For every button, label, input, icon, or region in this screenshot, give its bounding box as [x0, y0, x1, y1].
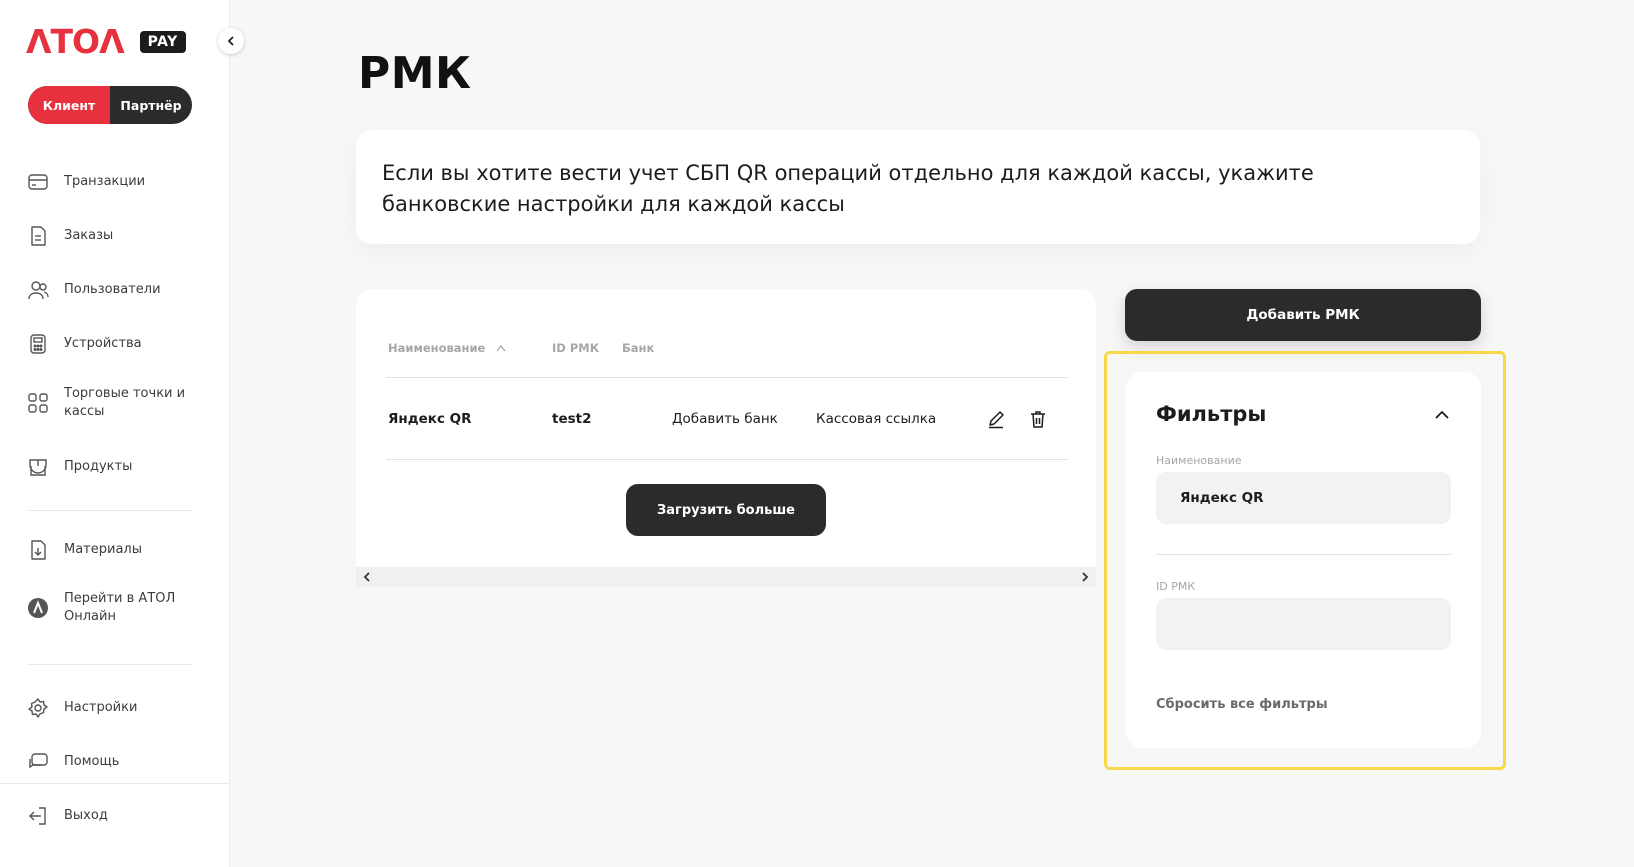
- collapse-sidebar-button[interactable]: [218, 28, 244, 54]
- gear-icon: [26, 696, 50, 720]
- sidebar-item-transactions[interactable]: Транзакции: [26, 170, 206, 194]
- sidebar-item-label: Устройства: [64, 336, 142, 351]
- sidebar-item-label: Заказы: [64, 228, 114, 243]
- scroll-right-button[interactable]: [1078, 570, 1092, 584]
- role-switch: Клиент Партнёр: [28, 86, 192, 124]
- label-line: Торговые точки и: [64, 386, 186, 401]
- reset-filters-link[interactable]: Сбросить все фильтры: [1156, 697, 1328, 712]
- rmk-table: Наименование ID РМК Банк Яндекс QR test2…: [356, 289, 1096, 587]
- sidebar-item-stores[interactable]: Торговые точки и кассы: [26, 385, 206, 421]
- sidebar-item-label: Продукты: [64, 459, 133, 474]
- sidebar-item-logout[interactable]: Выход: [26, 804, 206, 828]
- id-filter-label: ID РМК: [1156, 580, 1196, 593]
- filters-panel: Фильтры Наименование ID РМК Сбросить все…: [1126, 372, 1481, 748]
- card-icon: [26, 170, 50, 194]
- sidebar-item-label: Настройки: [64, 700, 138, 715]
- label-line: кассы: [64, 404, 105, 419]
- nav-divider: [28, 664, 193, 665]
- cell-name: Яндекс QR: [388, 411, 472, 427]
- column-header-bank[interactable]: Банк: [622, 341, 654, 355]
- column-header-id[interactable]: ID РМК: [552, 341, 599, 355]
- row-divider: [386, 459, 1068, 460]
- calculator-icon: [26, 332, 50, 356]
- filter-divider: [1156, 554, 1451, 555]
- id-filter-input[interactable]: [1156, 598, 1451, 650]
- chevron-left-icon: [227, 36, 234, 46]
- sidebar-item-label: Помощь: [64, 754, 120, 769]
- chevron-left-icon: [363, 572, 370, 582]
- sidebar-item-orders[interactable]: Заказы: [26, 224, 206, 248]
- sidebar-item-label: Пользователи: [64, 282, 161, 297]
- horizontal-scrollbar[interactable]: [356, 567, 1096, 587]
- label-line: Онлайн: [64, 609, 116, 624]
- role-partner-button[interactable]: Партнёр: [110, 86, 192, 124]
- name-filter-label: Наименование: [1156, 454, 1242, 467]
- logout-icon: [26, 804, 50, 828]
- footer-divider: [0, 783, 230, 784]
- sidebar-item-materials[interactable]: Материалы: [26, 538, 206, 562]
- label-line: Перейти в АТОЛ: [64, 591, 176, 606]
- sidebar-item-users[interactable]: Пользователи: [26, 278, 206, 302]
- edit-button[interactable]: [984, 407, 1008, 431]
- atol-logo[interactable]: ΛTOΛ: [26, 24, 125, 60]
- shop-icon: [26, 455, 50, 479]
- add-bank-link[interactable]: Добавить банк: [672, 411, 778, 427]
- info-text: Если вы хотите вести учет СБП QR операци…: [382, 161, 1314, 216]
- add-rmk-button[interactable]: Добавить РМК: [1125, 289, 1481, 341]
- page-title: РМК: [358, 48, 472, 99]
- chevron-up-icon: [1435, 410, 1449, 419]
- sidebar-item-label: Выход: [64, 808, 108, 823]
- sort-asc-icon: [496, 344, 506, 352]
- download-document-icon: [26, 538, 50, 562]
- document-icon: [26, 224, 50, 248]
- sidebar: ΛTOΛ PAY Клиент Партнёр Транзакции Заказ…: [0, 0, 230, 867]
- brand: ΛTOΛ PAY: [26, 24, 186, 60]
- users-icon: [26, 278, 50, 302]
- pay-badge: PAY: [139, 31, 186, 53]
- qr-icon: [26, 391, 50, 415]
- sidebar-item-label: Материалы: [64, 542, 142, 557]
- filters-title: Фильтры: [1156, 402, 1267, 426]
- atol-online-icon: [26, 596, 50, 620]
- name-filter-input[interactable]: [1156, 472, 1451, 524]
- load-more-button[interactable]: Загрузить больше: [626, 484, 826, 536]
- sidebar-item-label: Торговые точки и кассы: [64, 385, 185, 421]
- sidebar-item-label: Транзакции: [64, 174, 146, 189]
- sidebar-item-settings[interactable]: Настройки: [26, 696, 206, 720]
- trash-icon: [1031, 411, 1045, 428]
- delete-button[interactable]: [1026, 407, 1050, 431]
- column-header-label: Наименование: [388, 341, 486, 355]
- sidebar-item-help[interactable]: Помощь: [26, 750, 206, 774]
- nav-divider: [28, 510, 193, 511]
- cash-link[interactable]: Кассовая ссылка: [816, 411, 936, 427]
- sidebar-item-products[interactable]: Продукты: [26, 455, 206, 479]
- scroll-left-button[interactable]: [360, 570, 374, 584]
- column-header-name[interactable]: Наименование: [388, 341, 507, 355]
- role-client-button[interactable]: Клиент: [28, 86, 110, 124]
- sidebar-item-atol-online[interactable]: Перейти в АТОЛ Онлайн: [26, 590, 206, 626]
- sidebar-item-devices[interactable]: Устройства: [26, 332, 206, 356]
- info-card: Если вы хотите вести учет СБП QR операци…: [356, 130, 1480, 244]
- header-divider: [386, 377, 1068, 378]
- filters-collapse-button[interactable]: [1431, 404, 1453, 426]
- sidebar-item-label: Перейти в АТОЛ Онлайн: [64, 590, 175, 626]
- pencil-icon: [989, 411, 1004, 429]
- cell-id: test2: [552, 411, 592, 427]
- chat-icon: [26, 750, 50, 774]
- chevron-right-icon: [1082, 572, 1089, 582]
